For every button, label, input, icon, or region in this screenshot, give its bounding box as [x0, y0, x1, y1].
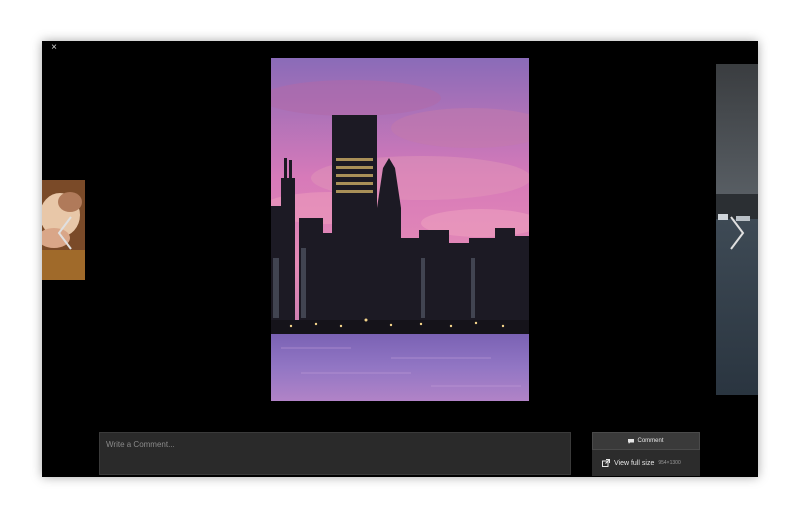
comment-button-label: Comment [637, 438, 664, 444]
photo-lightbox: × Write a Comment... Comment View full s… [42, 41, 758, 477]
view-full-size-label: View full size [614, 459, 655, 467]
main-photo [271, 58, 529, 401]
external-link-icon [602, 459, 610, 467]
chevron-left-icon[interactable] [50, 213, 80, 253]
close-icon[interactable]: × [48, 42, 60, 54]
chevron-right-icon[interactable] [722, 213, 752, 253]
speech-bubble-icon [628, 438, 635, 444]
image-dimensions: 954×1300 [658, 460, 681, 466]
comment-input[interactable]: Write a Comment... [99, 432, 571, 475]
view-full-size-link[interactable]: View full size 954×1300 [592, 450, 700, 476]
comment-button[interactable]: Comment [592, 432, 700, 450]
